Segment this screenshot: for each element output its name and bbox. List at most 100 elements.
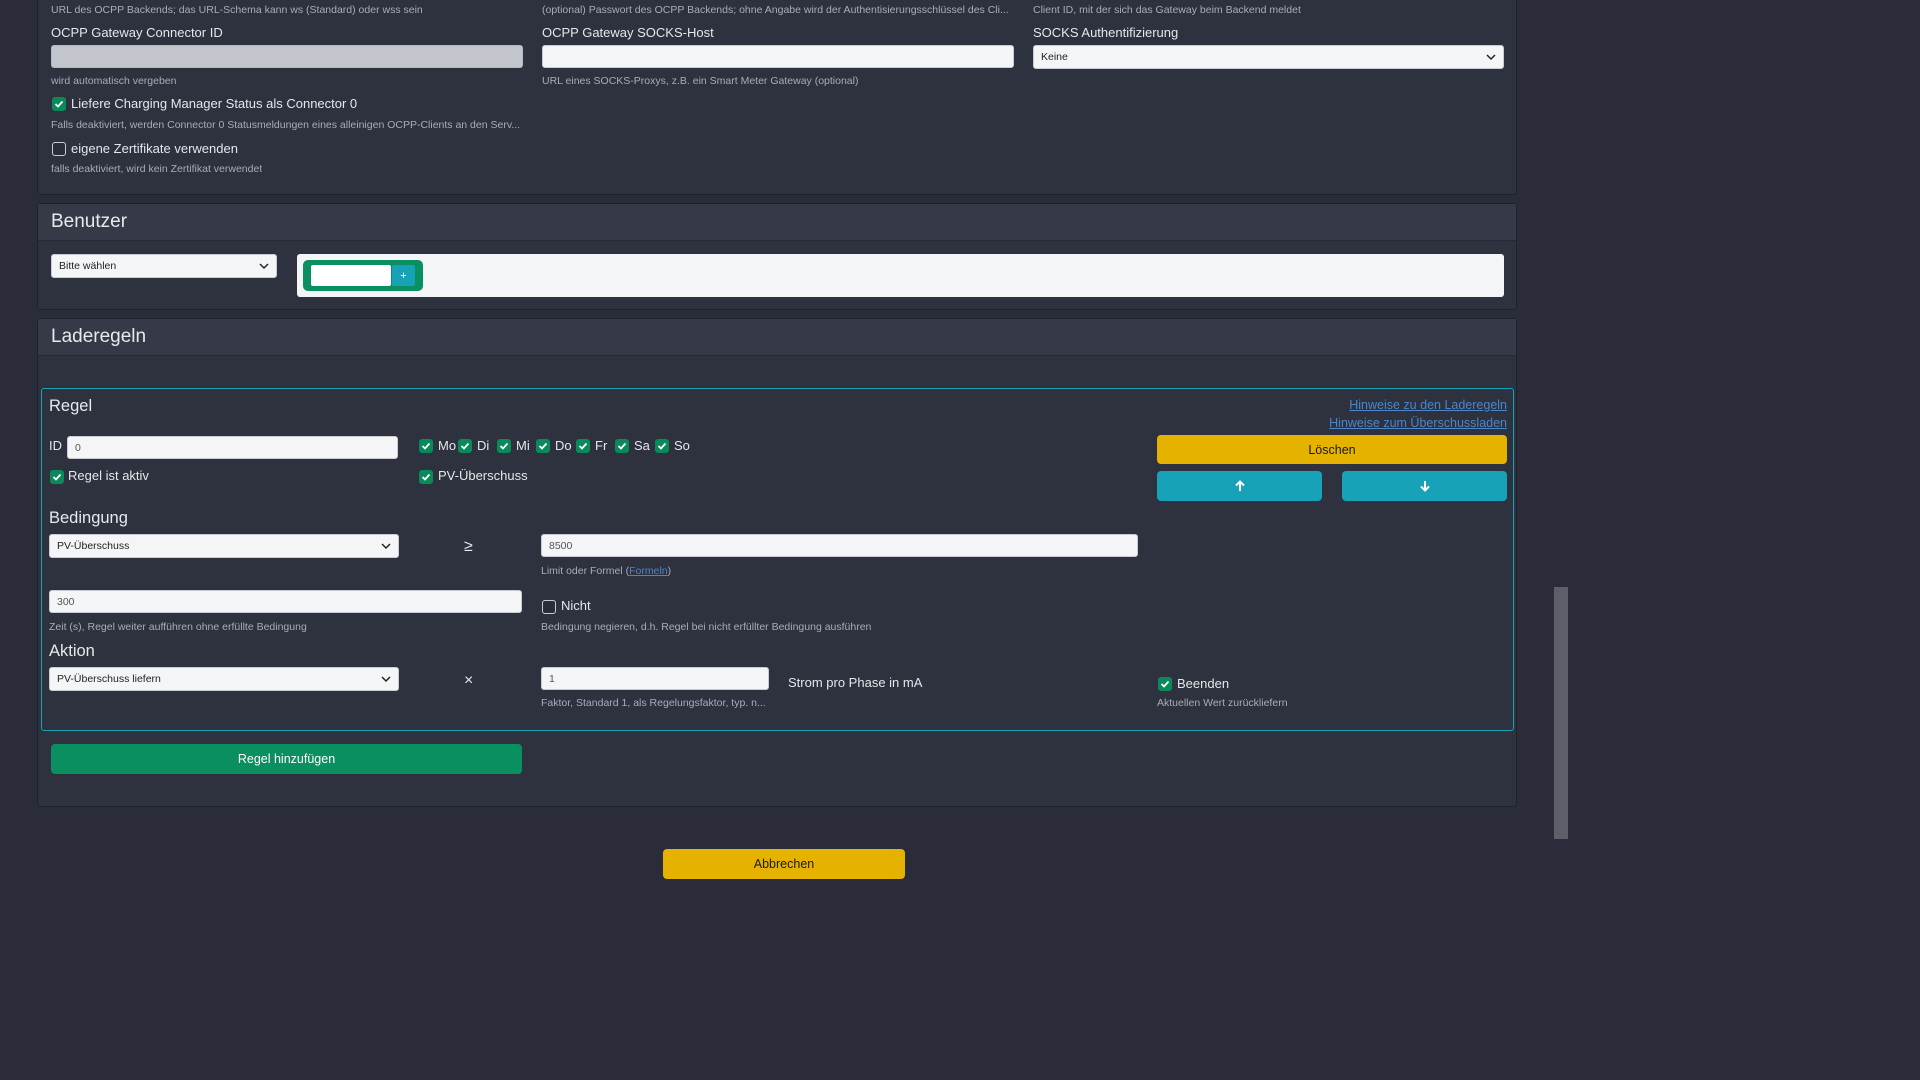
chevron-down-icon — [381, 543, 391, 550]
socks-auth-label: SOCKS Authentifizierung — [1033, 25, 1179, 40]
move-up-button[interactable] — [1157, 471, 1322, 501]
condition-select[interactable]: PV-Überschuss — [49, 534, 399, 558]
weekday-checkbox[interactable] — [655, 438, 669, 453]
laderegeln-title: Laderegeln — [38, 319, 1516, 356]
chevron-down-icon — [259, 263, 269, 270]
multiply-symbol: × — [464, 672, 474, 689]
time-input[interactable]: 300 — [49, 590, 522, 613]
check-icon — [499, 442, 509, 450]
weekday-label: Mo — [438, 438, 457, 453]
scrollbar-thumb[interactable] — [1554, 587, 1568, 839]
weekday-fr[interactable]: Fr — [576, 438, 607, 453]
socks-host-hint: URL eines SOCKS-Proxys, z.B. ein Smart M… — [542, 75, 859, 87]
weekday-checkbox[interactable] — [615, 438, 629, 453]
limit-input[interactable]: 8500 — [541, 534, 1138, 557]
rule-active-checkbox[interactable] — [50, 470, 64, 484]
arrow-down-icon — [1419, 481, 1430, 492]
check-icon — [52, 473, 62, 481]
weekday-so[interactable]: So — [655, 438, 690, 453]
arrow-up-icon — [1234, 480, 1245, 491]
chevron-down-icon — [1486, 54, 1496, 61]
check-icon — [1160, 680, 1170, 688]
socks-host-label: OCPP Gateway SOCKS-Host — [542, 25, 714, 40]
check-icon — [421, 473, 431, 481]
chevron-down-icon — [381, 676, 391, 683]
weekday-mo[interactable]: Mo — [419, 438, 456, 453]
action-select[interactable]: PV-Überschuss liefern — [49, 667, 399, 691]
check-icon — [578, 442, 588, 450]
connector-id-label: OCPP Gateway Connector ID — [51, 25, 223, 40]
weekday-checkbox[interactable] — [536, 438, 550, 453]
end-label: Beenden — [1177, 676, 1230, 691]
rule-id-label: ID — [49, 438, 62, 453]
condition-title: Bedingung — [49, 509, 128, 527]
benutzer-panel: Benutzer Bitte wählen + — [37, 203, 1517, 310]
factor-input[interactable]: 1 — [541, 667, 769, 690]
own-certs-label: eigene Zertifikate verwenden — [71, 141, 238, 156]
cm-status-label: Liefere Charging Manager Status als Conn… — [71, 96, 358, 111]
weekday-sa[interactable]: Sa — [615, 438, 650, 453]
action-title: Aktion — [49, 642, 95, 660]
negate-checkbox[interactable] — [542, 600, 556, 614]
check-icon — [54, 100, 64, 108]
weekday-label: Sa — [634, 438, 650, 453]
page-scrollbar[interactable] — [1554, 0, 1568, 882]
weekday-di[interactable]: Di — [458, 438, 489, 453]
connector-id-hint: wird automatisch vergeben — [51, 75, 177, 87]
check-icon — [421, 442, 431, 450]
gateway-panel: URL des OCPP Backends; das URL-Schema ka… — [37, 0, 1517, 195]
end-checkbox[interactable] — [1158, 677, 1172, 691]
negate-hint: Bedingung negieren, d.h. Regel bei nicht… — [541, 621, 872, 633]
rule-card: Regel Hinweise zu den Laderegeln Hinweis… — [41, 388, 1514, 731]
cm-status-checkbox[interactable] — [52, 97, 66, 111]
negate-label: Nicht — [561, 598, 591, 613]
check-icon — [617, 442, 627, 450]
socks-host-input[interactable] — [542, 45, 1014, 68]
rule-id-input[interactable]: 0 — [67, 436, 398, 459]
connector-id-input — [51, 45, 523, 68]
move-down-button[interactable] — [1342, 471, 1507, 501]
check-icon — [460, 442, 470, 450]
user-add-button[interactable]: + — [392, 265, 415, 286]
weekday-checkbox[interactable] — [419, 438, 433, 453]
rules-help-link[interactable]: Hinweise zu den Laderegeln — [1349, 398, 1507, 412]
end-hint: Aktuellen Wert zurückliefern — [1157, 697, 1288, 709]
add-rule-button[interactable]: Regel hinzufügen — [51, 744, 522, 774]
cancel-button[interactable]: Abbrechen — [663, 849, 905, 879]
socks-auth-select[interactable]: Keine — [1033, 45, 1504, 69]
ocpp-password-hint: (optional) Passwort des OCPP Backends; o… — [542, 4, 1009, 16]
surplus-help-link[interactable]: Hinweise zum Überschussladen — [1329, 416, 1507, 430]
delete-rule-button[interactable]: Löschen — [1157, 435, 1507, 464]
user-select[interactable]: Bitte wählen — [51, 254, 277, 278]
weekday-checkbox[interactable] — [458, 438, 472, 453]
weekday-label: Mi — [516, 438, 530, 453]
weekday-label: Di — [477, 438, 490, 453]
user-select-value: Bitte wählen — [59, 260, 117, 272]
user-tag-area[interactable]: + — [297, 254, 1504, 297]
own-certs-checkbox[interactable] — [52, 142, 66, 156]
condition-select-value: PV-Überschuss — [57, 540, 130, 552]
user-tag-group: + — [303, 260, 423, 291]
pv-surplus-checkbox[interactable] — [419, 470, 433, 484]
rule-title: Regel — [49, 397, 93, 415]
time-hint: Zeit (s), Regel weiter aufführen ohne er… — [49, 621, 307, 633]
weekday-label: So — [674, 438, 690, 453]
weekday-do[interactable]: Do — [536, 438, 572, 453]
ocpp-url-hint: URL des OCPP Backends; das URL-Schema ka… — [51, 4, 423, 16]
benutzer-title: Benutzer — [38, 204, 1516, 241]
weekday-label: Fr — [595, 438, 608, 453]
user-tag-input[interactable] — [311, 265, 391, 286]
weekday-checkbox[interactable] — [576, 438, 590, 453]
socks-auth-value: Keine — [1041, 51, 1068, 63]
rule-active-label: Regel ist aktiv — [68, 468, 149, 483]
cm-status-hint: Falls deaktiviert, werden Connector 0 St… — [51, 119, 521, 131]
factor-hint: Faktor, Standard 1, als Regelungsfaktor,… — [541, 697, 766, 709]
check-icon — [538, 442, 548, 450]
laderegeln-panel: Laderegeln Regel Hinweise zu den Ladereg… — [37, 318, 1517, 807]
weekday-mi[interactable]: Mi — [497, 438, 530, 453]
formulas-link[interactable]: Formeln — [629, 565, 668, 577]
weekday-checkbox[interactable] — [497, 438, 511, 453]
operator-symbol: ≥ — [464, 538, 473, 555]
own-certs-hint: falls deaktiviert, wird kein Zertifikat … — [51, 163, 263, 175]
limit-hint: Limit oder Formel (Formeln) — [541, 565, 672, 577]
